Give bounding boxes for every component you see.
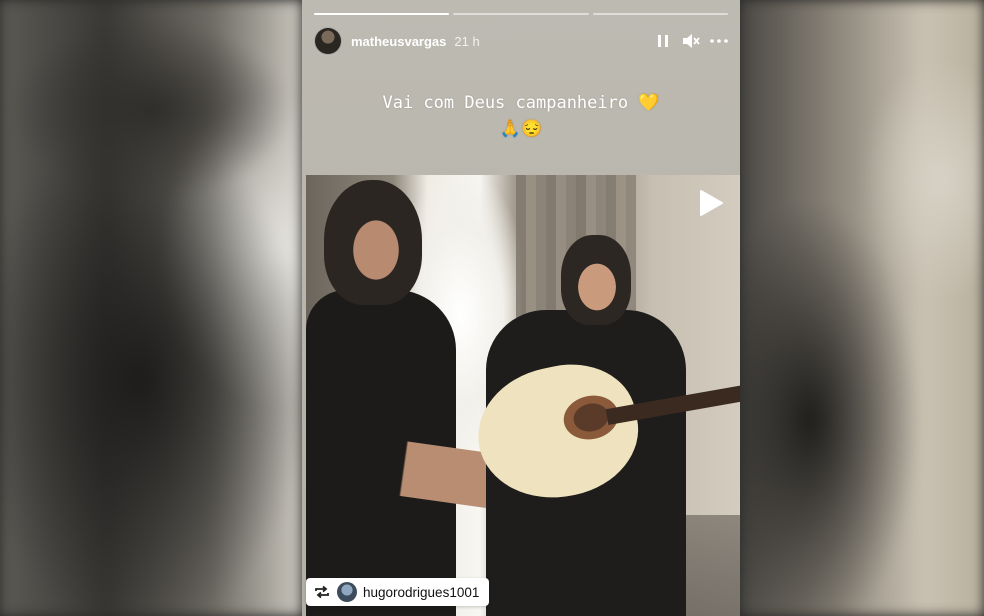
progress-segment xyxy=(453,13,589,15)
repost-username: hugorodrigues1001 xyxy=(363,584,480,600)
blurred-background-left xyxy=(0,0,302,616)
story-panel[interactable]: matheusvargas 21 h Vai com Deus campanhe… xyxy=(302,0,740,616)
caption-line: Vai com Deus campanheiro 💛 xyxy=(382,93,660,113)
avatar[interactable] xyxy=(314,27,342,55)
repost-avatar xyxy=(337,582,357,602)
caption-emoji-line: 🙏😔 xyxy=(499,119,543,139)
story-caption: Vai com Deus campanheiro 💛 🙏😔 xyxy=(332,90,710,142)
video-person-left-head xyxy=(324,180,422,305)
blurred-background-right xyxy=(740,0,984,616)
pause-icon[interactable] xyxy=(654,32,672,50)
story-viewer: matheusvargas 21 h Vai com Deus campanhe… xyxy=(0,0,984,616)
story-progress-bar xyxy=(314,13,728,16)
progress-segment xyxy=(314,13,450,15)
progress-segment xyxy=(592,13,728,15)
video-person-right-head xyxy=(561,235,631,325)
more-icon[interactable] xyxy=(710,32,728,50)
play-icon[interactable] xyxy=(698,189,724,217)
mute-icon[interactable] xyxy=(682,32,700,50)
story-username[interactable]: matheusvargas xyxy=(351,34,446,49)
repost-attribution[interactable]: hugorodrigues1001 xyxy=(306,578,490,606)
story-header: matheusvargas 21 h xyxy=(314,26,728,56)
story-controls xyxy=(654,32,728,50)
story-time: 21 h xyxy=(454,33,480,49)
repost-icon xyxy=(314,584,330,600)
shared-video[interactable] xyxy=(306,175,740,616)
